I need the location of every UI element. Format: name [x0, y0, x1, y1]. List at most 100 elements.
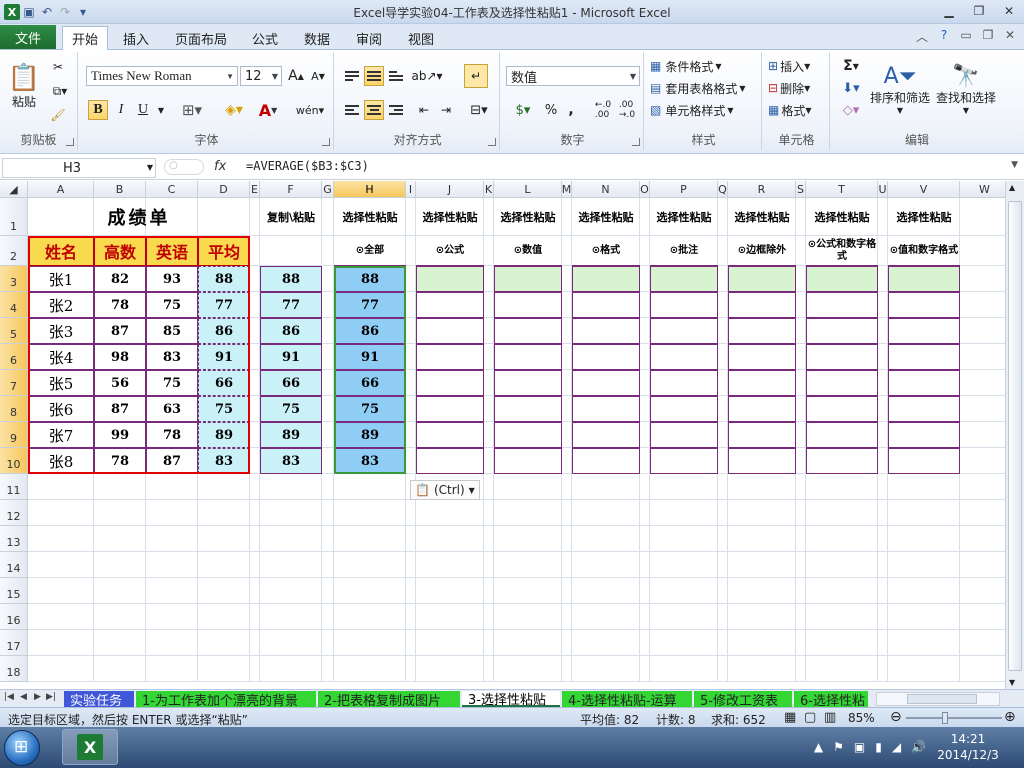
row-header-17[interactable]: 17	[0, 630, 28, 656]
column-header-s[interactable]: S	[796, 181, 806, 198]
page-layout-view-icon[interactable]: ▢	[804, 710, 816, 725]
table-style-button[interactable]: ▤ 套用表格格式 ▼	[650, 78, 760, 98]
column-title-cell[interactable]: 英语	[146, 236, 198, 266]
workbook-minimize-icon[interactable]: ▭	[958, 28, 974, 45]
orientation-icon[interactable]: ab↗▾	[411, 66, 442, 86]
paste-option-label[interactable]: ⊙数值	[494, 236, 562, 266]
page-break-view-icon[interactable]: ▥	[824, 710, 836, 725]
row-header-12[interactable]: 12	[0, 500, 28, 526]
name-box[interactable]: H3 ▼	[2, 158, 156, 178]
row-header-10[interactable]: 10	[0, 448, 28, 474]
sheet-tab[interactable]: 4-选择性粘贴-运算	[562, 691, 692, 707]
wrap-text-icon[interactable]: ↵	[464, 64, 488, 88]
paste-target-cell[interactable]	[728, 396, 796, 422]
flag-icon[interactable]: ⚑	[833, 740, 844, 754]
copied-average-cell[interactable]: 86	[260, 318, 322, 344]
paste-special-header[interactable]: 选择性粘贴	[416, 198, 484, 236]
zoom-slider-thumb[interactable]	[942, 712, 948, 724]
minimize-icon[interactable]: ▁	[934, 0, 964, 22]
student-name-cell[interactable]: 张7	[28, 422, 94, 448]
paste-target-cell[interactable]	[888, 344, 960, 370]
column-header-e[interactable]: E	[250, 181, 260, 198]
number-format-combo[interactable]: 数值 ▼	[506, 66, 640, 86]
row-header-7[interactable]: 7	[0, 370, 28, 396]
sheet-tab[interactable]: 2-把表格复制成图片	[318, 691, 460, 707]
paste-target-cell[interactable]	[650, 396, 718, 422]
paste-special-header[interactable]: 选择性粘贴	[334, 198, 406, 236]
paste-target-cell[interactable]	[416, 422, 484, 448]
math-score-cell[interactable]: 98	[94, 344, 146, 370]
paste-target-cell[interactable]	[728, 344, 796, 370]
paste-target-cell[interactable]	[572, 422, 640, 448]
math-score-cell[interactable]: 99	[94, 422, 146, 448]
paste-target-cell[interactable]	[416, 266, 484, 292]
average-cell[interactable]: 83	[198, 448, 250, 474]
row-header-14[interactable]: 14	[0, 552, 28, 578]
english-score-cell[interactable]: 78	[146, 422, 198, 448]
column-header-t[interactable]: T	[806, 181, 878, 198]
column-title-cell[interactable]: 高数	[94, 236, 146, 266]
decrease-decimal-icon[interactable]: .00 →.0	[616, 100, 638, 120]
column-header-i[interactable]: I	[406, 181, 416, 198]
pasted-all-cell[interactable]: 77	[334, 292, 406, 318]
student-name-cell[interactable]: 张4	[28, 344, 94, 370]
paste-target-cell[interactable]	[572, 266, 640, 292]
average-cell[interactable]: 66	[198, 370, 250, 396]
conditional-format-button[interactable]: ▦ 条件格式 ▼	[650, 56, 760, 76]
network-icon[interactable]: ▮	[875, 740, 882, 754]
paste-target-cell[interactable]	[416, 344, 484, 370]
english-score-cell[interactable]: 63	[146, 396, 198, 422]
font-launcher-icon[interactable]	[322, 138, 330, 146]
row-header-18[interactable]: 18	[0, 656, 28, 682]
math-score-cell[interactable]: 82	[94, 266, 146, 292]
paste-target-cell[interactable]	[650, 448, 718, 474]
column-header-f[interactable]: F	[260, 181, 322, 198]
paste-option-label[interactable]: ⊙值和数字格式	[888, 236, 960, 266]
font-name-combo[interactable]: Times New Roman ▼	[86, 66, 238, 86]
show-hidden-icons-icon[interactable]: ▲	[814, 740, 823, 754]
zoom-level[interactable]: 85%	[848, 711, 875, 725]
horizontal-scroll-thumb[interactable]	[907, 694, 977, 704]
paste-target-cell[interactable]	[806, 266, 878, 292]
expand-formula-icon[interactable]: ▼	[1011, 160, 1018, 170]
paste-target-cell[interactable]	[806, 344, 878, 370]
pasted-all-cell[interactable]: 66	[334, 370, 406, 396]
scroll-down-icon[interactable]: ▼	[1009, 678, 1015, 687]
shrink-font-icon[interactable]: A ▼	[308, 66, 328, 86]
row-header-5[interactable]: 5	[0, 318, 28, 344]
vertical-scrollbar[interactable]: ▲ ▼	[1005, 181, 1024, 689]
bold-button[interactable]: B	[88, 100, 108, 120]
tab-data[interactable]: 数据	[296, 27, 338, 49]
workbook-close-icon[interactable]: ✕	[1002, 28, 1018, 45]
average-cell[interactable]: 86	[198, 318, 250, 344]
student-name-cell[interactable]: 张6	[28, 396, 94, 422]
column-title-cell[interactable]: 姓名	[28, 236, 94, 266]
paste-target-cell[interactable]	[572, 396, 640, 422]
row-header-6[interactable]: 6	[0, 344, 28, 370]
delete-cells-button[interactable]: ⊟ 删除 ▼	[768, 78, 828, 98]
paste-target-cell[interactable]	[888, 370, 960, 396]
paste-target-cell[interactable]	[650, 318, 718, 344]
close-icon[interactable]: ✕	[994, 0, 1024, 22]
math-score-cell[interactable]: 87	[94, 396, 146, 422]
tab-formulas[interactable]: 公式	[244, 27, 286, 49]
currency-icon[interactable]: $▾	[508, 100, 538, 120]
paste-target-cell[interactable]	[806, 422, 878, 448]
student-name-cell[interactable]: 张3	[28, 318, 94, 344]
row-header-4[interactable]: 4	[0, 292, 28, 318]
paste-button[interactable]: 📋 粘贴	[6, 56, 42, 116]
row-header-2[interactable]: 2	[0, 236, 28, 266]
paste-target-cell[interactable]	[572, 344, 640, 370]
paste-target-cell[interactable]	[888, 266, 960, 292]
row-header-9[interactable]: 9	[0, 422, 28, 448]
paste-target-cell[interactable]	[494, 292, 562, 318]
paste-target-cell[interactable]	[888, 318, 960, 344]
copy-icon[interactable]: ⧉▾	[48, 82, 72, 100]
format-painter-icon[interactable]: 🖌	[48, 106, 68, 124]
paste-options-button[interactable]: 📋 (Ctrl) ▼	[410, 480, 480, 500]
paste-option-label[interactable]: ⊙全部	[334, 236, 406, 266]
insert-cells-button[interactable]: ⊞ 插入 ▼	[768, 56, 828, 76]
select-all-corner[interactable]: ◢	[0, 181, 28, 198]
paste-target-cell[interactable]	[416, 318, 484, 344]
column-header-d[interactable]: D	[198, 181, 250, 198]
